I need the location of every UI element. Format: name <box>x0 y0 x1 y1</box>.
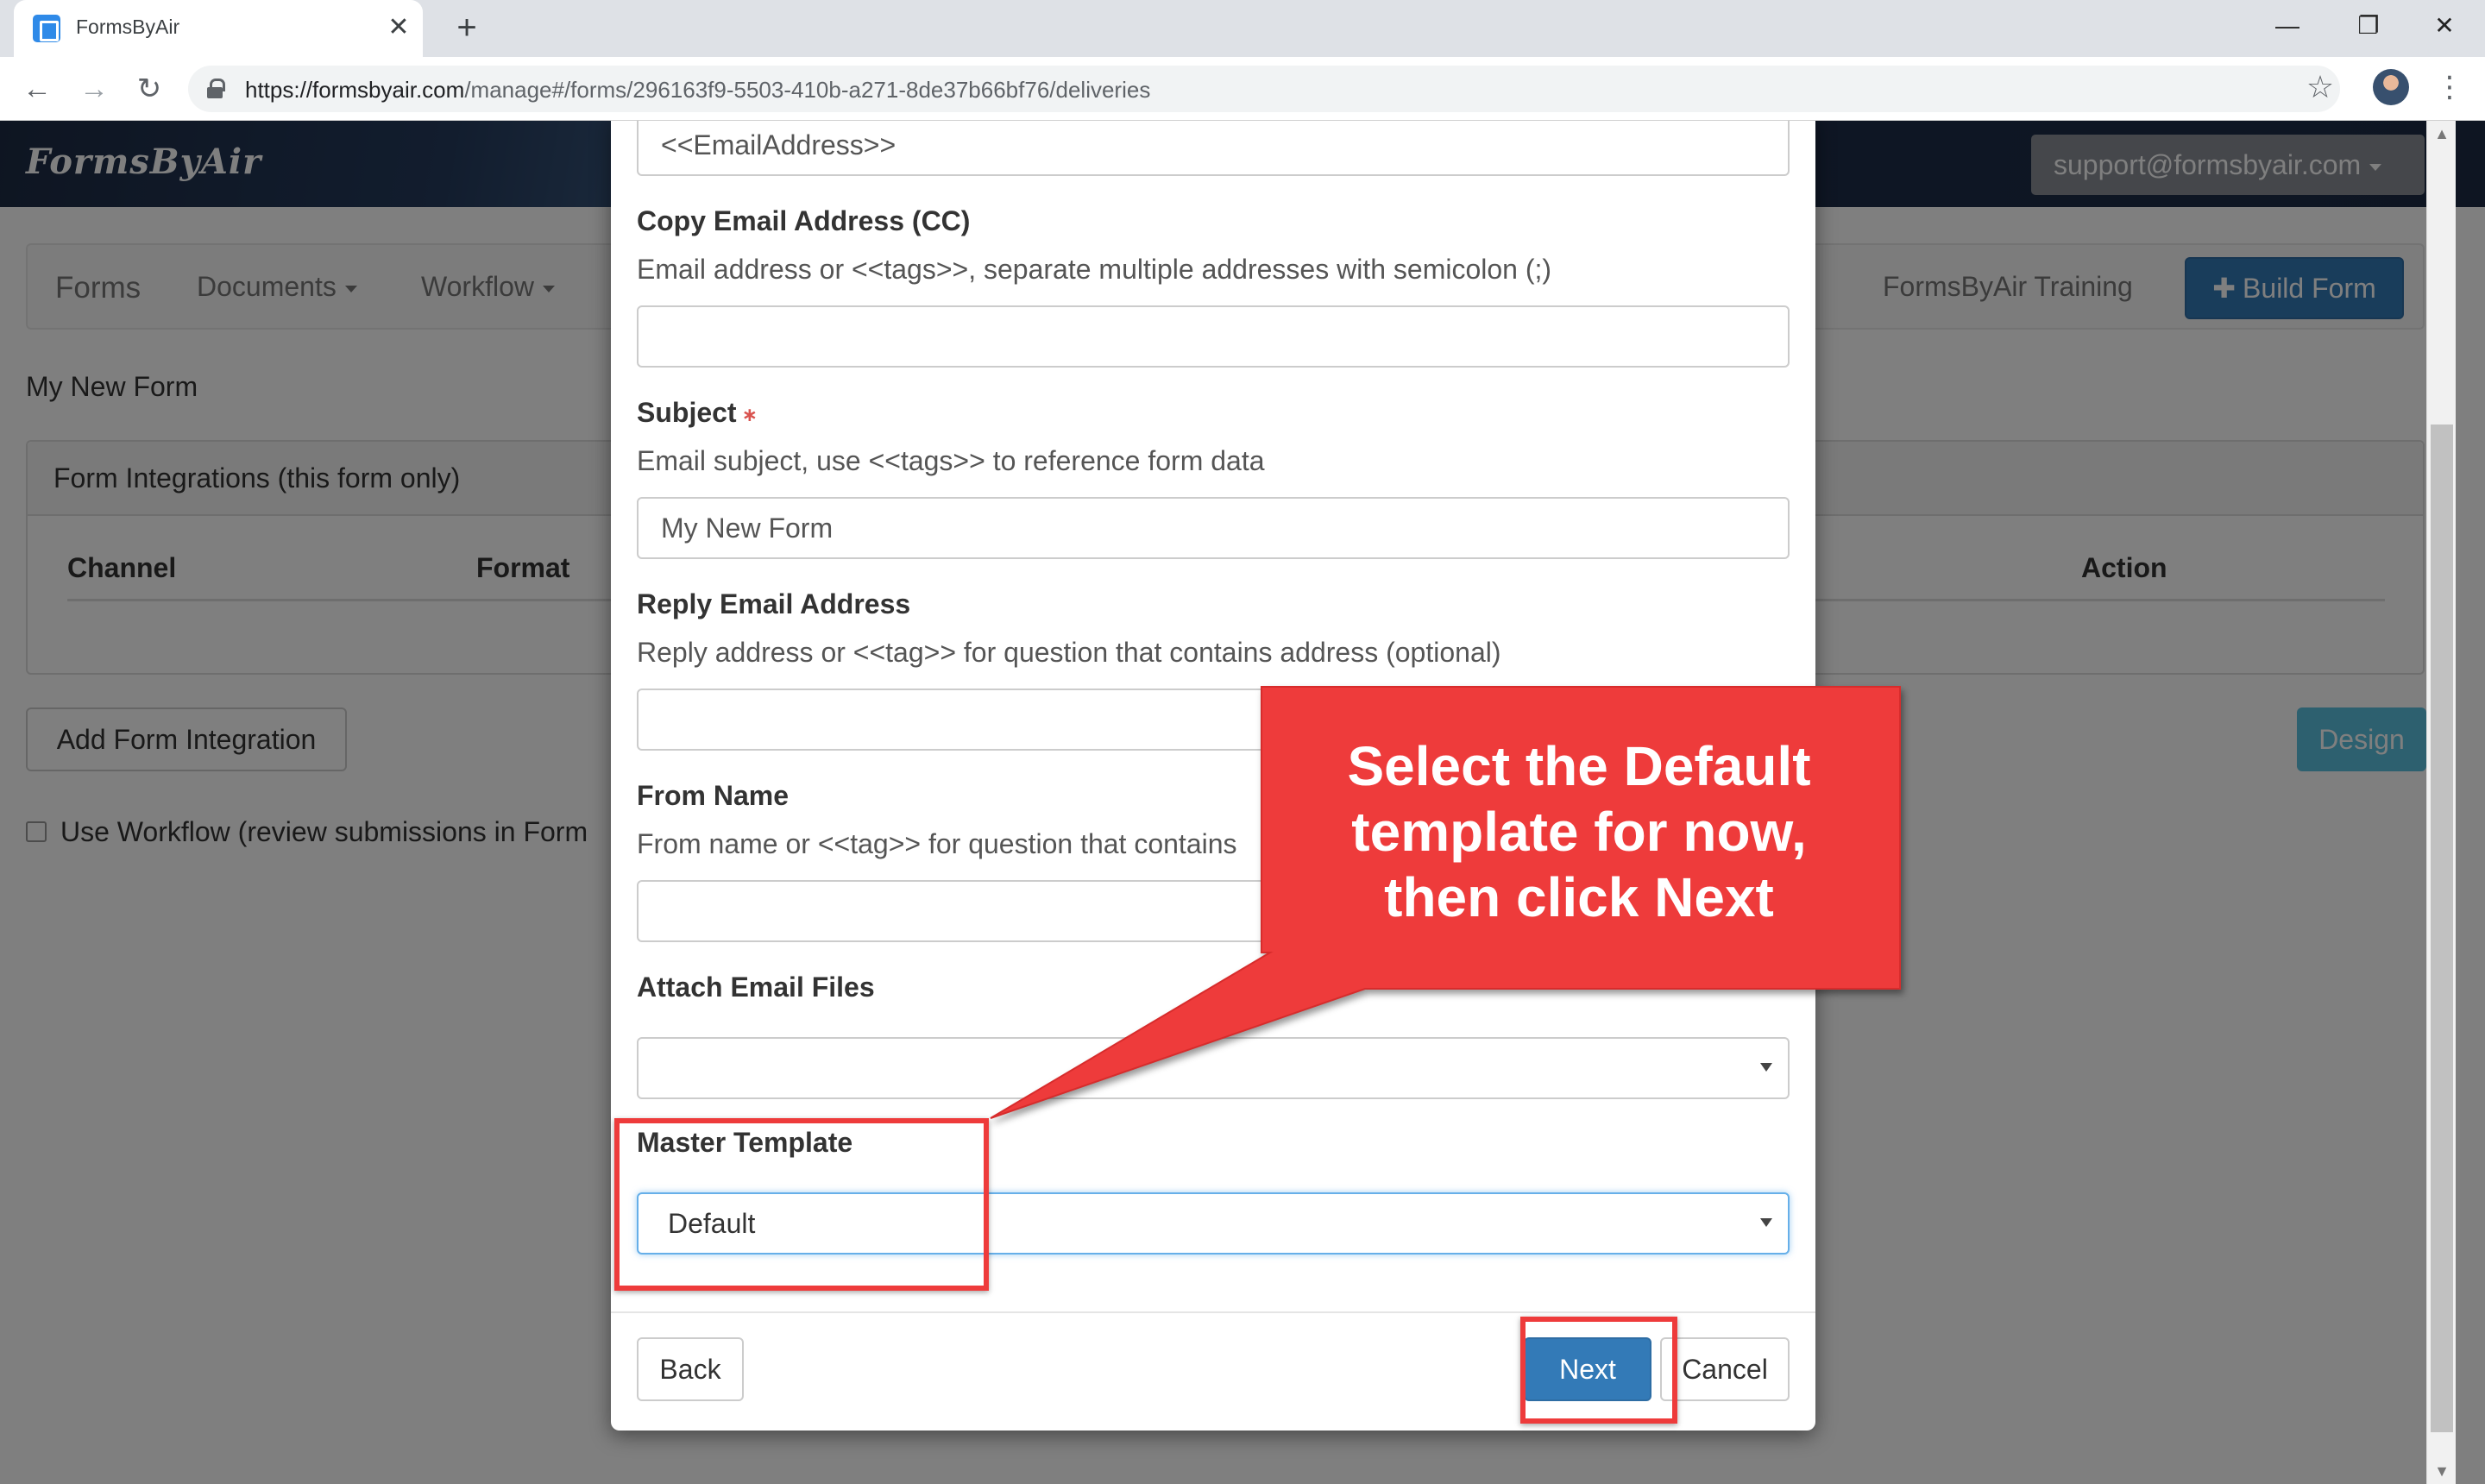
callout-line-1: Select the Default <box>1347 735 1811 797</box>
callout-bubble <box>990 686 1901 1119</box>
callout-line-3: then click Next <box>1384 866 1774 928</box>
callout-text: Select the Default template for now, the… <box>1261 733 1897 930</box>
callout-line-2: template for now, <box>1351 801 1807 863</box>
